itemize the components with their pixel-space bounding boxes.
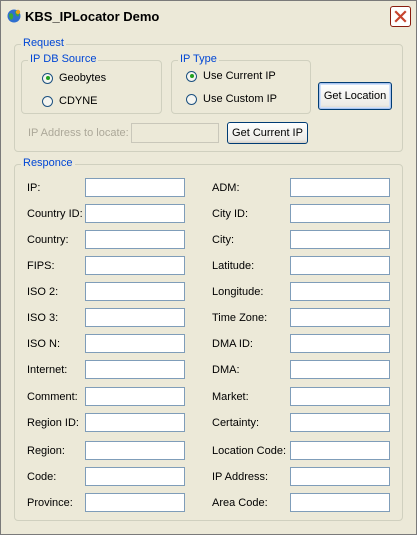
db-source-group: IP DB Source Geobytes CDYNE <box>21 53 162 114</box>
field-label-ip: IP: <box>27 182 41 194</box>
response-legend: Responce <box>21 157 75 169</box>
field-input-dma-id[interactable] <box>290 334 390 353</box>
field-input-longitude[interactable] <box>290 282 390 301</box>
radio-use-custom-ip[interactable]: Use Custom IP <box>186 93 277 105</box>
field-label-country: Country: <box>27 234 69 246</box>
radio-circle[interactable] <box>42 95 53 107</box>
request-legend: Request <box>21 37 66 49</box>
field-input-region-id[interactable] <box>85 413 185 432</box>
field-label-location-code: Location Code: <box>212 445 286 457</box>
field-label-city-id: City ID: <box>212 208 249 220</box>
ip-address-input[interactable] <box>131 123 219 143</box>
field-label-region-id: Region ID: <box>27 417 79 429</box>
close-icon <box>394 10 407 23</box>
field-input-dma[interactable] <box>290 360 390 379</box>
field-input-iso3[interactable] <box>85 308 185 327</box>
field-input-region[interactable] <box>85 441 185 460</box>
field-label-longitude: Longitude: <box>212 286 264 298</box>
field-label-ison: ISO N: <box>27 338 61 350</box>
field-label-fips: FIPS: <box>27 260 55 272</box>
ip-type-legend: IP Type <box>178 53 219 65</box>
field-input-ison[interactable] <box>85 334 185 353</box>
field-label-code: Code: <box>27 471 57 483</box>
app-globe-icon <box>7 9 21 23</box>
field-label-adm: ADM: <box>212 182 240 194</box>
request-group: Request IP DB Source Geobytes CDYNE IP T… <box>14 37 403 152</box>
field-label-iso2: ISO 2: <box>27 286 59 298</box>
field-label-latitude: Latitude: <box>212 260 255 272</box>
field-input-fips[interactable] <box>85 256 185 275</box>
field-label-country-id: Country ID: <box>27 208 83 220</box>
close-button[interactable] <box>390 6 411 27</box>
field-input-market[interactable] <box>290 387 390 406</box>
field-input-adm[interactable] <box>290 178 390 197</box>
field-label-dma-id: DMA ID: <box>212 338 253 350</box>
response-group: Responce IP: Country ID: Country: FIPS: … <box>14 157 403 521</box>
field-input-province[interactable] <box>85 493 185 512</box>
window-title: KBS_IPLocator Demo <box>25 9 160 24</box>
field-input-country-id[interactable] <box>85 204 185 223</box>
field-label-time-zone: Time Zone: <box>212 312 268 324</box>
radio-geobytes[interactable]: Geobytes <box>42 72 106 84</box>
get-location-button[interactable]: Get Location <box>318 82 392 110</box>
radio-label: CDYNE <box>59 95 98 107</box>
field-input-time-zone[interactable] <box>290 308 390 327</box>
field-input-iso2[interactable] <box>85 282 185 301</box>
radio-label: Geobytes <box>59 72 107 84</box>
field-input-certainty[interactable] <box>290 413 390 432</box>
radio-circle[interactable] <box>186 70 197 82</box>
field-input-latitude[interactable] <box>290 256 390 275</box>
radio-circle[interactable] <box>186 93 197 105</box>
field-input-code[interactable] <box>85 467 185 486</box>
get-current-ip-button[interactable]: Get Current IP <box>227 122 308 144</box>
radio-use-current-ip[interactable]: Use Current IP <box>186 70 276 82</box>
field-label-iso3: ISO 3: <box>27 312 59 324</box>
field-input-country[interactable] <box>85 230 185 249</box>
field-label-area-code: Area Code: <box>212 497 268 509</box>
field-label-city: City: <box>212 234 234 246</box>
field-input-ip-address[interactable] <box>290 467 390 486</box>
db-source-legend: IP DB Source <box>28 53 99 65</box>
field-input-comment[interactable] <box>85 387 185 406</box>
field-input-location-code[interactable] <box>290 441 390 460</box>
field-label-internet: Internet: <box>27 364 68 376</box>
field-input-area-code[interactable] <box>290 493 390 512</box>
main-window: KBS_IPLocator Demo Request IP DB Source … <box>0 0 417 535</box>
radio-label: Use Custom IP <box>203 93 277 105</box>
ip-address-label: IP Address to locate: <box>28 127 129 139</box>
radio-circle[interactable] <box>42 72 53 84</box>
field-label-region: Region: <box>27 445 65 457</box>
title-bar[interactable]: KBS_IPLocator Demo <box>1 1 416 30</box>
radio-label: Use Current IP <box>203 70 276 82</box>
field-input-ip[interactable] <box>85 178 185 197</box>
field-label-province: Province: <box>27 497 73 509</box>
radio-cdyne[interactable]: CDYNE <box>42 95 98 107</box>
field-label-ip-address: IP Address: <box>212 471 269 483</box>
ip-type-group: IP Type Use Current IP Use Custom IP <box>171 53 311 114</box>
field-input-city-id[interactable] <box>290 204 390 223</box>
field-label-market: Market: <box>212 391 249 403</box>
field-input-city[interactable] <box>290 230 390 249</box>
field-label-dma: DMA: <box>212 364 240 376</box>
field-input-internet[interactable] <box>85 360 185 379</box>
field-label-comment: Comment: <box>27 391 78 403</box>
field-label-certainty: Certainty: <box>212 417 260 429</box>
